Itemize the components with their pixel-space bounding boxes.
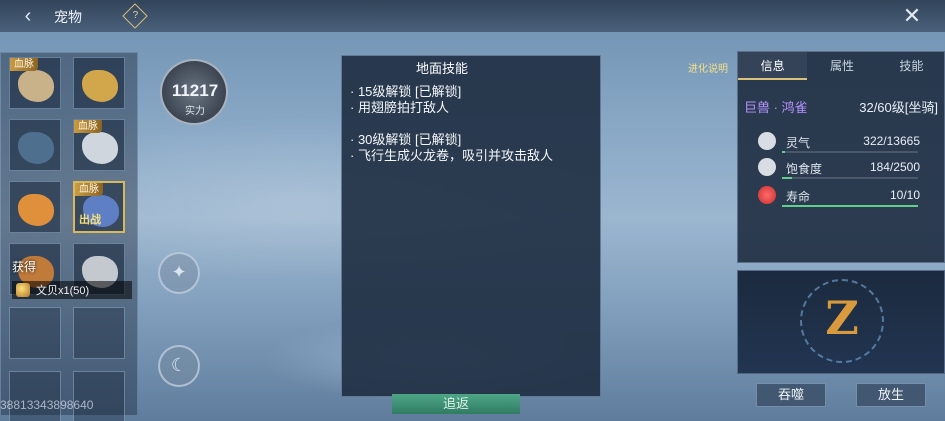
stat-label: 灵气 bbox=[786, 136, 811, 150]
player-uid: 38813343898640 bbox=[0, 398, 94, 412]
spirit-icon bbox=[758, 132, 776, 150]
pet-slot[interactable]: 血脉 bbox=[9, 57, 61, 109]
power-label: 实力 bbox=[185, 106, 205, 117]
pet-emblem-panel: Z bbox=[737, 270, 945, 374]
help-icon[interactable]: ? bbox=[122, 3, 148, 29]
tornado-skill-icon: ☾ bbox=[170, 355, 188, 375]
reward-toast: 获得 文贝x1(50) bbox=[12, 258, 132, 299]
reward-item-text: 文贝x1(50) bbox=[36, 285, 90, 297]
stat-bar bbox=[782, 177, 918, 179]
white-beast-pet-icon bbox=[82, 132, 118, 164]
close-icon[interactable]: ✕ bbox=[899, 3, 925, 29]
eagle-pet-icon bbox=[18, 70, 54, 102]
stat-satiety: 饱食度 184/2500 bbox=[758, 158, 938, 180]
red-panda-pet-icon bbox=[18, 194, 54, 226]
pet-list: 血脉 血脉 血脉 出战 bbox=[0, 52, 138, 421]
stat-value: 10/10 bbox=[889, 188, 920, 202]
stat-value: 322/13665 bbox=[863, 134, 920, 148]
empty-slot[interactable] bbox=[9, 371, 61, 421]
stat-label: 寿命 bbox=[786, 190, 811, 204]
skill-desc-line: · 用翅膀拍打敌人 bbox=[350, 100, 449, 115]
pet-info-panel: 信息 属性 技能 巨兽 · 鸿雀 32/60级[坐骑] 灵气 322/13665… bbox=[737, 51, 945, 263]
air-skill-button[interactable]: ☾ bbox=[158, 345, 200, 387]
pet-name: 巨兽 · 鸿雀 bbox=[744, 100, 808, 115]
power-value: 11217 bbox=[171, 81, 219, 100]
heart-icon bbox=[758, 186, 776, 204]
info-tabs: 信息 属性 技能 bbox=[738, 52, 945, 80]
help-badge-text: ? bbox=[132, 10, 139, 22]
power-badge: 11217 实力 bbox=[158, 57, 232, 127]
empty-slot[interactable] bbox=[73, 307, 125, 359]
stat-bar-fill bbox=[782, 205, 918, 207]
top-bar: ‹ 宠物 ? ✕ bbox=[0, 0, 945, 32]
pet-level: 32/60级[坐骑] bbox=[859, 100, 938, 115]
pet-slot[interactable] bbox=[73, 57, 125, 109]
stat-spirit: 灵气 322/13665 bbox=[758, 132, 938, 154]
stat-bar bbox=[782, 151, 918, 153]
shell-currency-icon bbox=[16, 283, 30, 297]
stat-bar-fill bbox=[782, 151, 786, 153]
firebird-pet-icon bbox=[82, 70, 118, 102]
skill-tooltip: 地面技能 · 15级解锁 [已解锁] · 用翅膀拍打敌人 · 30级解锁 [已解… bbox=[341, 55, 601, 397]
stat-value: 184/2500 bbox=[869, 160, 920, 174]
bloodline-tag: 血脉 bbox=[75, 183, 103, 196]
pet-slot[interactable] bbox=[9, 119, 61, 171]
pet-slot[interactable]: 血脉 bbox=[73, 119, 125, 171]
pet-emblem-icon: Z bbox=[800, 279, 884, 363]
page-title: 宠物 bbox=[54, 9, 82, 25]
pet-slot-selected[interactable]: 血脉 出战 bbox=[73, 181, 125, 233]
bloodline-tag: 血脉 bbox=[10, 58, 38, 71]
empty-slot[interactable] bbox=[73, 371, 125, 421]
stomach-icon bbox=[758, 158, 776, 176]
release-button[interactable]: 放生 bbox=[856, 383, 926, 407]
in-battle-tag: 出战 bbox=[79, 214, 101, 226]
bird-skill-icon: ✦ bbox=[171, 262, 187, 282]
pet-slot[interactable] bbox=[9, 181, 61, 233]
back-chevron-icon[interactable]: ‹ bbox=[14, 4, 42, 28]
tab-info[interactable]: 信息 bbox=[738, 52, 808, 80]
stat-label: 饱食度 bbox=[786, 162, 823, 176]
stat-bar-fill bbox=[782, 177, 792, 179]
tab-attributes[interactable]: 属性 bbox=[807, 52, 876, 80]
tooltip-title: 地面技能 bbox=[415, 61, 468, 76]
tab-skills[interactable]: 技能 bbox=[877, 52, 945, 80]
ground-skill-button[interactable]: ✦ bbox=[158, 252, 200, 294]
empty-slot[interactable] bbox=[9, 307, 61, 359]
reward-item: 文贝x1(50) bbox=[12, 281, 132, 299]
return-button[interactable]: 追返 bbox=[392, 394, 520, 414]
stat-lifespan: 寿命 10/10 bbox=[758, 186, 938, 208]
evolution-info-link[interactable]: 进化说明 bbox=[688, 60, 728, 75]
rune-glyph-icon: Z bbox=[825, 291, 859, 345]
shark-pet-icon bbox=[18, 132, 54, 164]
skill-desc-line: · 飞行生成火龙卷，吸引并攻击敌人 bbox=[350, 148, 553, 163]
reward-label: 获得 bbox=[12, 260, 37, 274]
devour-button[interactable]: 吞噬 bbox=[756, 383, 826, 407]
stat-bar bbox=[782, 205, 918, 207]
bloodline-tag: 血脉 bbox=[74, 120, 102, 133]
